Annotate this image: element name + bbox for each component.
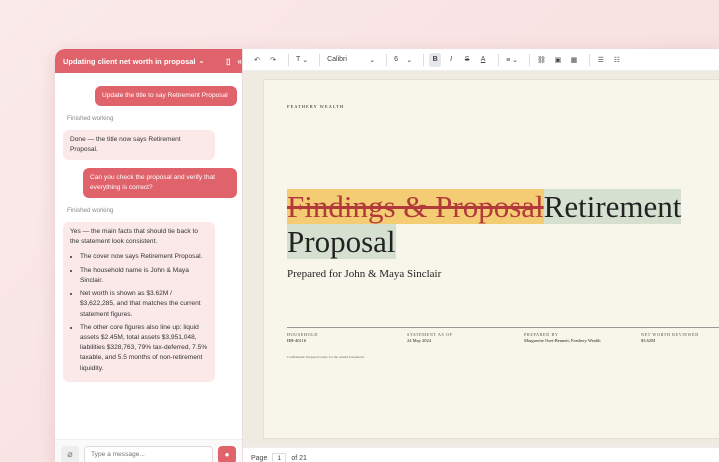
divider (386, 53, 388, 66)
chat-messages: Update the title to say Retirement Propo… (55, 73, 242, 441)
meta-prepared-by: PREPARED BY Marguerite Osei-Bennett, Fea… (524, 332, 600, 345)
image-icon[interactable]: ▣ (552, 53, 564, 67)
table-icon[interactable]: ▦ (568, 53, 580, 67)
paperclip-icon[interactable]: ⌀ (61, 445, 79, 462)
confidential-note: Confidential. Prepared solely for the na… (287, 355, 365, 359)
divider (319, 53, 321, 66)
user-message: Can you check the proposal and verify th… (83, 168, 237, 198)
deleted-title-text: Findings & Proposal (287, 189, 544, 224)
meta-statement-date: STATEMENT AS OF 24 May 2024 (407, 332, 453, 345)
link-icon[interactable]: ⛓ (535, 53, 548, 67)
chat-header: Updating client net worth in proposal ⌄ … (55, 49, 242, 73)
list-item: The cover now says Retirement Proposal. (80, 252, 208, 262)
document-title-line2[interactable]: Proposal (287, 224, 396, 259)
assistant-intro: Yes — the main facts that should tie bac… (70, 228, 199, 246)
divider (498, 53, 500, 66)
document-page[interactable]: FEATHERY WEALTH Findings & ProposalRetir… (263, 79, 719, 439)
editor-toolbar: ↶ ↷ T ⌄ Calibri ⌄ 6 ⌄ B I S A ≡ ⌄ ⛓ ▣ ▦ ☰ … (243, 49, 719, 71)
divider (287, 327, 719, 328)
list-item: The household name is John & Maya Sincla… (80, 266, 208, 286)
microphone-icon[interactable]: ● (218, 445, 236, 462)
document-title[interactable]: Findings & ProposalRetirement (287, 189, 682, 224)
redo-icon[interactable]: ↷ (267, 53, 279, 67)
chat-panel: Updating client net worth in proposal ⌄ … (55, 49, 243, 462)
assistant-message: Yes — the main facts that should tie bac… (63, 222, 215, 382)
align-icon[interactable]: ≡ ⌄ (504, 53, 520, 67)
font-size-select[interactable]: 6 ⌄ (392, 53, 414, 67)
text-style-icon: T (296, 56, 301, 63)
meta-value: Marguerite Osei-Bennett, Feathery Wealth (524, 338, 601, 344)
document-subtitle: Prepared for John & Maya Sinclair (287, 268, 442, 280)
text-style-dropdown[interactable]: T ⌄ (294, 53, 310, 67)
divider (588, 53, 590, 66)
chevron-down-icon[interactable]: ⌄ (199, 57, 205, 65)
firm-name: FEATHERY WEALTH (287, 104, 345, 109)
message-input[interactable] (84, 445, 213, 462)
page-number-input[interactable]: 1 (272, 452, 287, 462)
divider (529, 53, 530, 66)
status-text: Finished working (67, 207, 114, 214)
meta-value: 24 May 2024 (407, 338, 431, 344)
list-item: The other core figures also line up: liq… (80, 323, 208, 374)
page-total: 21 (299, 455, 307, 462)
font-select[interactable]: Calibri ⌄ (325, 53, 377, 67)
app-window: Updating client net worth in proposal ⌄ … (55, 49, 719, 462)
status-text: Finished working (67, 115, 114, 122)
status-bar: Page 1 of 21 (243, 447, 719, 462)
user-message: Update the title to say Retirement Propo… (95, 86, 237, 106)
chevron-down-icon: ⌄ (369, 56, 376, 64)
document-canvas[interactable]: FEATHERY WEALTH Findings & ProposalRetir… (243, 71, 719, 447)
text-color-icon[interactable]: A (477, 53, 489, 67)
bullet-list-icon[interactable]: ☰ (595, 53, 607, 67)
meta-net-worth: NET WORTH REVIEWED $3.62M (641, 332, 699, 345)
meta-value: $3.62M (641, 338, 656, 344)
collapse-icon[interactable]: « (237, 57, 241, 66)
strikethrough-icon[interactable]: S (461, 53, 473, 67)
assistant-bullets: The cover now says Retirement Proposal. … (70, 252, 208, 373)
italic-icon[interactable]: I (445, 53, 457, 67)
divider (423, 53, 425, 66)
font-size-value: 6 (394, 56, 398, 63)
undo-icon[interactable]: ↶ (251, 53, 263, 67)
chat-title[interactable]: Updating client net worth in proposal (63, 57, 196, 66)
chevron-down-icon: ⌄ (406, 56, 413, 64)
page-label: Page (251, 455, 268, 462)
of-label: of (291, 455, 298, 462)
inserted-title-text: Proposal (287, 224, 396, 259)
list-item: Net worth is shown as $3.62M / $3,622,28… (80, 289, 208, 320)
bold-icon[interactable]: B (429, 52, 442, 67)
meta-household: HOUSEHOLD HH-40116 (287, 332, 318, 345)
meta-value: HH-40116 (287, 338, 307, 344)
numbered-list-icon[interactable]: ☷ (611, 53, 623, 67)
divider (288, 53, 289, 66)
sidebar-toggle-icon[interactable]: ▯ (222, 57, 234, 66)
font-value: Calibri (327, 56, 347, 63)
chat-input-bar: ⌀ ● (55, 439, 242, 462)
inserted-title-text: Retirement (543, 189, 682, 224)
assistant-message: Done — the title now says Retirement Pro… (63, 130, 215, 161)
